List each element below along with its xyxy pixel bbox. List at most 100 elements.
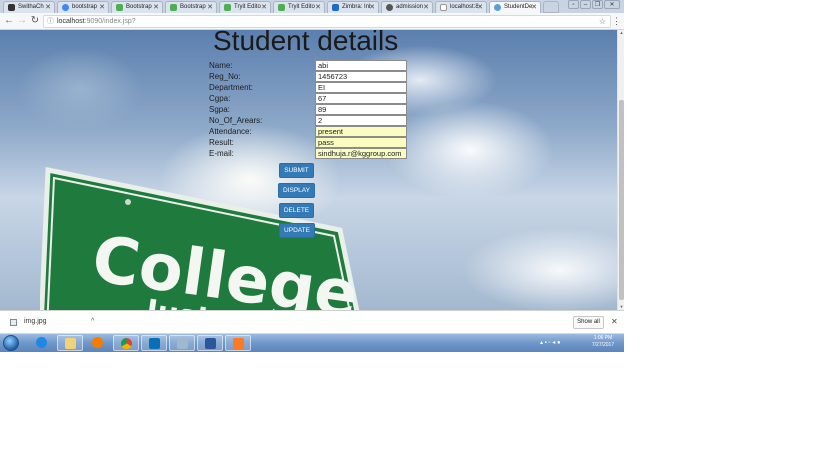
tab-6[interactable]: Zimbra: Inb ✕ bbox=[327, 1, 379, 13]
taskbar-xampp[interactable] bbox=[225, 335, 251, 351]
system-tray-icons[interactable]: ▴ ▪ ▫ ◂ ● bbox=[540, 337, 561, 349]
download-filename[interactable]: img.jpg bbox=[24, 316, 47, 328]
address-bar[interactable]: ⓘ localhost:9090/index.jsp? ☆ bbox=[43, 15, 611, 28]
w3schools-icon bbox=[224, 4, 231, 11]
close-icon[interactable]: ✕ bbox=[477, 2, 483, 13]
form-row-department: Department: EI bbox=[209, 82, 409, 93]
attendance-label: Attendance: bbox=[209, 127, 252, 136]
form-row-attendance: Attendance: present bbox=[209, 126, 409, 137]
close-icon[interactable]: ✕ bbox=[99, 2, 105, 13]
name-input[interactable]: abi bbox=[315, 60, 407, 71]
close-icon[interactable]: ✕ bbox=[261, 2, 267, 13]
delete-button[interactable]: DELETE bbox=[279, 203, 314, 218]
tab-5[interactable]: Tryit Edito ✕ bbox=[273, 1, 325, 13]
tab-label: bootstrap bbox=[72, 4, 98, 10]
cgpa-label: Cgpa: bbox=[209, 94, 231, 103]
form-row-arrears: No_Of_Arears: 2 bbox=[209, 115, 409, 126]
result-input[interactable]: pass bbox=[315, 137, 407, 148]
minimize-icon[interactable]: – bbox=[580, 0, 591, 9]
tab-label: StudentDe bbox=[504, 4, 532, 10]
taskbar-vscode[interactable] bbox=[141, 335, 167, 351]
internet-explorer-icon bbox=[36, 337, 47, 348]
close-window-icon[interactable]: ✕ bbox=[604, 0, 620, 9]
close-icon[interactable]: ✕ bbox=[423, 2, 429, 13]
taskbar-clock[interactable]: 1:06 PM 7/27/2017 bbox=[585, 335, 621, 349]
tab-8[interactable]: localhost:8 ✕ bbox=[435, 1, 487, 13]
tab-1[interactable]: bootstrap ✕ bbox=[57, 1, 109, 13]
taskbar-media-player[interactable] bbox=[85, 335, 111, 351]
taskbar-app[interactable] bbox=[169, 335, 195, 351]
w3schools-icon bbox=[170, 4, 177, 11]
scrollbar-thumb[interactable] bbox=[619, 100, 624, 300]
close-icon[interactable]: ✕ bbox=[45, 2, 51, 13]
tab-label: Tryit Edito bbox=[234, 4, 261, 10]
sgpa-input[interactable]: 89 bbox=[315, 104, 407, 115]
back-icon[interactable]: ← bbox=[3, 15, 15, 27]
folder-icon bbox=[65, 338, 76, 349]
display-button[interactable]: DISPLAY bbox=[278, 183, 315, 198]
clock-time: 1:06 PM bbox=[593, 335, 613, 341]
new-tab-button[interactable] bbox=[543, 1, 559, 13]
update-button[interactable]: UPDATE bbox=[279, 223, 315, 238]
windows-taskbar: ▴ ▪ ▫ ◂ ● 1:06 PM 7/27/2017 bbox=[0, 333, 624, 352]
form-row-email: E-mail: sindhuja.r@kggroup.com bbox=[209, 148, 409, 159]
close-icon[interactable]: ✕ bbox=[207, 2, 213, 13]
taskbar-ie[interactable] bbox=[29, 335, 55, 351]
taskbar-chrome[interactable] bbox=[113, 335, 139, 351]
close-icon[interactable]: ✕ bbox=[531, 2, 537, 13]
tab-strip: SwithaCh ✕ bootstrap ✕ Bootstrap ✕ Boots… bbox=[0, 0, 624, 14]
taskbar-explorer[interactable] bbox=[57, 335, 83, 351]
tab-label: Bootstrap bbox=[180, 4, 206, 10]
tab-2[interactable]: Bootstrap ✕ bbox=[111, 1, 163, 13]
result-label: Result: bbox=[209, 138, 234, 147]
restore-icon[interactable]: ❐ bbox=[592, 0, 603, 9]
tab-label: admission bbox=[396, 4, 424, 10]
bookmark-star-icon[interactable]: ☆ bbox=[599, 16, 606, 28]
info-icon[interactable]: ⓘ bbox=[47, 17, 54, 27]
media-player-icon bbox=[92, 337, 103, 348]
attendance-input[interactable]: present bbox=[315, 126, 407, 137]
arrears-input[interactable]: 2 bbox=[315, 115, 407, 126]
close-icon[interactable]: ✕ bbox=[369, 2, 375, 13]
forward-icon[interactable]: → bbox=[16, 15, 28, 27]
show-all-button[interactable]: Show all bbox=[573, 316, 604, 329]
form-row-name: Name: abi bbox=[209, 60, 409, 71]
form-row-result: Result: pass bbox=[209, 137, 409, 148]
tab-label: localhost:8 bbox=[450, 4, 478, 10]
menu-dots-icon[interactable]: ⋮ bbox=[612, 15, 621, 27]
w3schools-icon bbox=[116, 4, 123, 11]
name-label: Name: bbox=[209, 61, 233, 70]
page-scrollbar[interactable]: ▲ ▼ bbox=[617, 30, 624, 310]
reload-icon[interactable]: ↻ bbox=[29, 15, 41, 27]
chevron-up-icon[interactable]: ^ bbox=[91, 317, 94, 327]
department-input[interactable]: EI bbox=[315, 82, 407, 93]
user-icon[interactable]: ▫ bbox=[568, 0, 579, 9]
xampp-icon bbox=[233, 338, 244, 349]
close-icon[interactable]: ✕ bbox=[153, 2, 159, 13]
downloads-bar: img.jpg ^ Show all ✕ bbox=[0, 310, 624, 333]
form-row-reg-no: Reg_No: 1456723 bbox=[209, 71, 409, 82]
url-text[interactable]: localhost:9090/index.jsp? bbox=[57, 16, 136, 28]
clock-date: 7/27/2017 bbox=[591, 342, 615, 348]
close-icon[interactable]: ✕ bbox=[611, 316, 618, 328]
reg-no-input[interactable]: 1456723 bbox=[315, 71, 407, 82]
app-icon bbox=[177, 338, 188, 349]
tab-label: Tryit Edito bbox=[288, 4, 315, 10]
tab-3[interactable]: Bootstrap ✕ bbox=[165, 1, 217, 13]
cgpa-input[interactable]: 67 bbox=[315, 93, 407, 104]
submit-button[interactable]: SUBMIT bbox=[279, 163, 314, 178]
tab-4[interactable]: Tryit Edito ✕ bbox=[219, 1, 271, 13]
arrears-label: No_Of_Arears: bbox=[209, 116, 263, 125]
email-input[interactable]: sindhuja.r@kggroup.com bbox=[315, 148, 407, 159]
close-icon[interactable]: ✕ bbox=[315, 2, 321, 13]
scroll-up-icon[interactable]: ▲ bbox=[618, 30, 624, 36]
page-icon bbox=[494, 4, 501, 11]
tab-7[interactable]: admission ✕ bbox=[381, 1, 433, 13]
page-icon bbox=[440, 4, 447, 11]
github-icon bbox=[8, 4, 15, 11]
tab-0[interactable]: SwithaCh ✕ bbox=[3, 1, 55, 13]
college-sign-image: College Just Ahead bbox=[40, 166, 363, 310]
taskbar-word[interactable] bbox=[197, 335, 223, 351]
form-row-sgpa: Sgpa: 89 bbox=[209, 104, 409, 115]
start-button[interactable] bbox=[3, 335, 19, 351]
